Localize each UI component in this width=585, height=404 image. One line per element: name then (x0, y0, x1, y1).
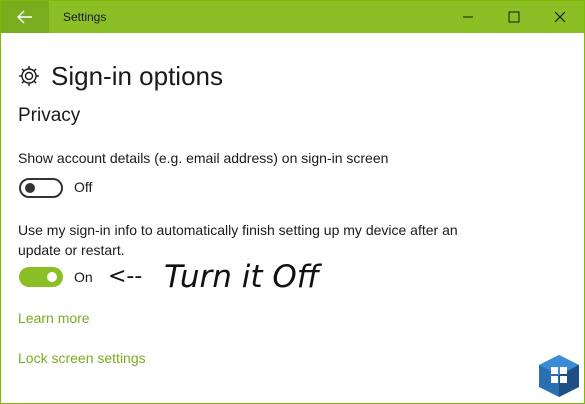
maximize-button[interactable] (491, 1, 537, 33)
arrow-left-icon (17, 10, 32, 24)
account-details-toggle[interactable] (19, 178, 63, 198)
close-icon (554, 11, 566, 23)
settings-window: Settings Sign-in options Privacy Show ac… (0, 0, 585, 404)
window-title: Settings (63, 10, 107, 24)
signin-info-state: On (74, 269, 93, 285)
setting-label-account-details: Show account details (e.g. email address… (18, 150, 389, 166)
setting-label-signin-info: Use my sign-in info to automatically fin… (18, 222, 458, 258)
back-button[interactable] (1, 1, 49, 33)
annotation-arrow: <-- (108, 264, 143, 289)
learn-more-link[interactable]: Learn more (18, 310, 90, 326)
account-details-state: Off (74, 179, 93, 195)
page-title: Sign-in options (51, 61, 223, 91)
minimize-button[interactable] (445, 1, 491, 33)
windows-logo-icon (539, 355, 579, 397)
maximize-icon (508, 11, 520, 23)
signin-info-toggle[interactable] (19, 267, 63, 287)
toggle-knob (47, 272, 57, 282)
title-bar: Settings (1, 1, 584, 33)
section-heading-privacy: Privacy (18, 105, 81, 126)
gear-icon (19, 66, 39, 86)
close-button[interactable] (537, 1, 583, 33)
minimize-icon (463, 16, 473, 18)
annotation-text: Turn it Off (164, 259, 320, 295)
toggle-knob (25, 183, 35, 193)
lock-screen-settings-link[interactable]: Lock screen settings (18, 350, 146, 366)
